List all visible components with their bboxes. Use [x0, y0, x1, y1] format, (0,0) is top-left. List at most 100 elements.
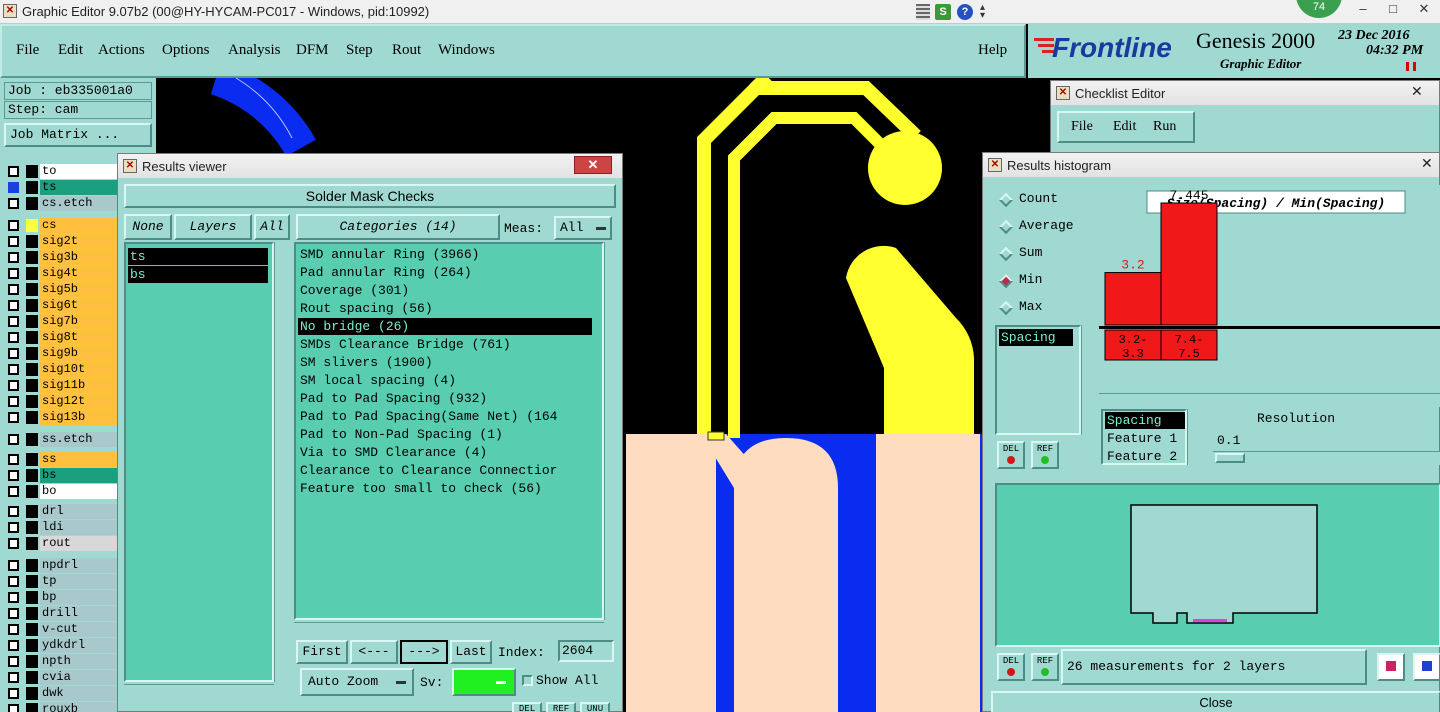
layer-color-swatch[interactable]: [26, 655, 38, 668]
layer-row-bp[interactable]: bp: [4, 590, 118, 605]
menu-analysis[interactable]: Analysis: [228, 42, 281, 59]
layer-color-swatch[interactable]: [26, 505, 38, 518]
layer-checkbox[interactable]: [8, 348, 19, 359]
category-item[interactable]: Pad to Non-Pad Spacing (1): [298, 426, 503, 443]
layer-checkbox[interactable]: [8, 624, 19, 635]
help-icon[interactable]: ?: [957, 4, 973, 20]
layer-name[interactable]: ss.etch: [40, 432, 118, 447]
attr-item-feature1[interactable]: Feature 1: [1105, 430, 1177, 447]
layers-hscrollbar[interactable]: [124, 684, 274, 698]
layer-checkbox[interactable]: [8, 434, 19, 445]
attr-scrollbar[interactable]: [1187, 409, 1201, 465]
resolution-slider[interactable]: [1213, 451, 1440, 465]
layer-row-sig4t[interactable]: sig4t: [4, 266, 118, 281]
hist-ref-button[interactable]: REF: [1031, 653, 1059, 681]
layer-item-ts[interactable]: ts: [128, 248, 268, 265]
layer-checkbox[interactable]: [8, 236, 19, 247]
layer-checkbox[interactable]: [8, 640, 19, 651]
menu-dfm[interactable]: DFM: [296, 42, 329, 59]
layer-color-swatch[interactable]: [26, 165, 38, 178]
layer-name[interactable]: npdrl: [40, 558, 118, 573]
last-button[interactable]: Last: [450, 640, 492, 664]
layer-name[interactable]: cs.etch: [40, 196, 118, 211]
layer-name[interactable]: sig11b: [40, 378, 118, 393]
category-item[interactable]: Rout spacing (56): [298, 300, 433, 317]
layer-row-bs[interactable]: bs: [4, 468, 118, 483]
layer-color-swatch[interactable]: [26, 687, 38, 700]
layer-color-swatch[interactable]: [26, 521, 38, 534]
layer-checkbox[interactable]: [8, 166, 19, 177]
categories-button[interactable]: Categories (14): [296, 214, 500, 240]
layer-checkbox[interactable]: [8, 704, 19, 712]
layer-row-to[interactable]: to: [4, 164, 118, 179]
hist-ref-button-top[interactable]: REF: [1031, 441, 1059, 469]
checklist-menu-file[interactable]: File: [1071, 119, 1093, 135]
layer-color-swatch[interactable]: [26, 363, 38, 376]
layer-checkbox[interactable]: [8, 396, 19, 407]
measure-list[interactable]: Spacing: [995, 325, 1081, 435]
layer-checkbox[interactable]: [8, 316, 19, 327]
category-item[interactable]: SM slivers (1900): [298, 354, 433, 371]
grip-icon[interactable]: [916, 4, 930, 20]
board-preview[interactable]: [995, 483, 1440, 647]
hist-del-button[interactable]: DEL: [997, 653, 1025, 681]
menu-step[interactable]: Step: [346, 42, 373, 59]
radio-min[interactable]: [998, 273, 1014, 289]
layer-row-ts[interactable]: ts: [4, 180, 118, 195]
category-item[interactable]: Pad to Pad Spacing(Same Net) (164: [298, 408, 557, 425]
layer-name[interactable]: cs: [40, 218, 118, 233]
layer-name[interactable]: v-cut: [40, 622, 118, 637]
layer-color-swatch[interactable]: [26, 235, 38, 248]
show-all-checkbox[interactable]: [522, 675, 533, 686]
layer-color-swatch[interactable]: [26, 181, 38, 194]
checklist-close-icon[interactable]: ✕: [1411, 83, 1423, 100]
category-item[interactable]: SMDs Clearance Bridge (761): [298, 336, 511, 353]
layers-none-button[interactable]: None: [124, 214, 172, 240]
layer-name[interactable]: ss: [40, 452, 118, 467]
layer-row-rouxb[interactable]: rouxb: [4, 702, 118, 712]
layer-row-sig9b[interactable]: sig9b: [4, 346, 118, 361]
category-item[interactable]: Pad annular Ring (264): [298, 264, 472, 281]
layer-checkbox[interactable]: [8, 470, 19, 481]
layer-checkbox[interactable]: [8, 364, 19, 375]
solder-mask-checks-header[interactable]: Solder Mask Checks: [124, 184, 616, 208]
menu-rout[interactable]: Rout: [392, 42, 421, 59]
layer-row-sig6t[interactable]: sig6t: [4, 298, 118, 313]
layer-color-swatch[interactable]: [26, 283, 38, 296]
slider-thumb[interactable]: [1215, 453, 1245, 463]
layer-name[interactable]: sig10t: [40, 362, 118, 377]
layer-row-rout[interactable]: rout: [4, 536, 118, 551]
layer-color-swatch[interactable]: [26, 485, 38, 498]
histogram-close-icon[interactable]: ✕: [1421, 155, 1433, 172]
layer-name[interactable]: sig8t: [40, 330, 118, 345]
s-icon[interactable]: S: [935, 4, 951, 20]
minimize-button[interactable]: –: [1348, 0, 1378, 20]
layer-name[interactable]: ts: [40, 180, 118, 195]
layer-name[interactable]: ydkdrl: [40, 638, 118, 653]
layer-name[interactable]: sig6t: [40, 298, 118, 313]
close-window-button[interactable]: ✕: [1408, 0, 1440, 20]
layer-checkbox[interactable]: [8, 608, 19, 619]
layers-button[interactable]: Layers: [174, 214, 252, 240]
layer-checkbox[interactable]: [8, 538, 19, 549]
chart-hscrollbar[interactable]: [1099, 393, 1440, 407]
attr-list[interactable]: Spacing Feature 1 Feature 2: [1101, 409, 1187, 465]
layer-row-tp[interactable]: tp: [4, 574, 118, 589]
layer-name[interactable]: cvia: [40, 670, 118, 685]
results-viewer-close-button[interactable]: ✕: [574, 156, 612, 174]
layer-name[interactable]: sig4t: [40, 266, 118, 281]
layers-list[interactable]: ts bs: [124, 242, 274, 682]
radio-max[interactable]: [998, 300, 1014, 316]
sv-dropdown[interactable]: [452, 668, 516, 696]
category-item[interactable]: Pad to Pad Spacing (932): [298, 390, 487, 407]
layer-name[interactable]: bo: [40, 484, 118, 499]
category-item[interactable]: Coverage (301): [298, 282, 409, 299]
menu-edit[interactable]: Edit: [58, 42, 83, 59]
layer-checkbox[interactable]: [8, 672, 19, 683]
layer-name[interactable]: bp: [40, 590, 118, 605]
layer-checkbox[interactable]: [8, 688, 19, 699]
layer-row-bo[interactable]: bo: [4, 484, 118, 499]
layer-name[interactable]: sig5b: [40, 282, 118, 297]
layer-name[interactable]: sig7b: [40, 314, 118, 329]
layer-checkbox[interactable]: [8, 486, 19, 497]
